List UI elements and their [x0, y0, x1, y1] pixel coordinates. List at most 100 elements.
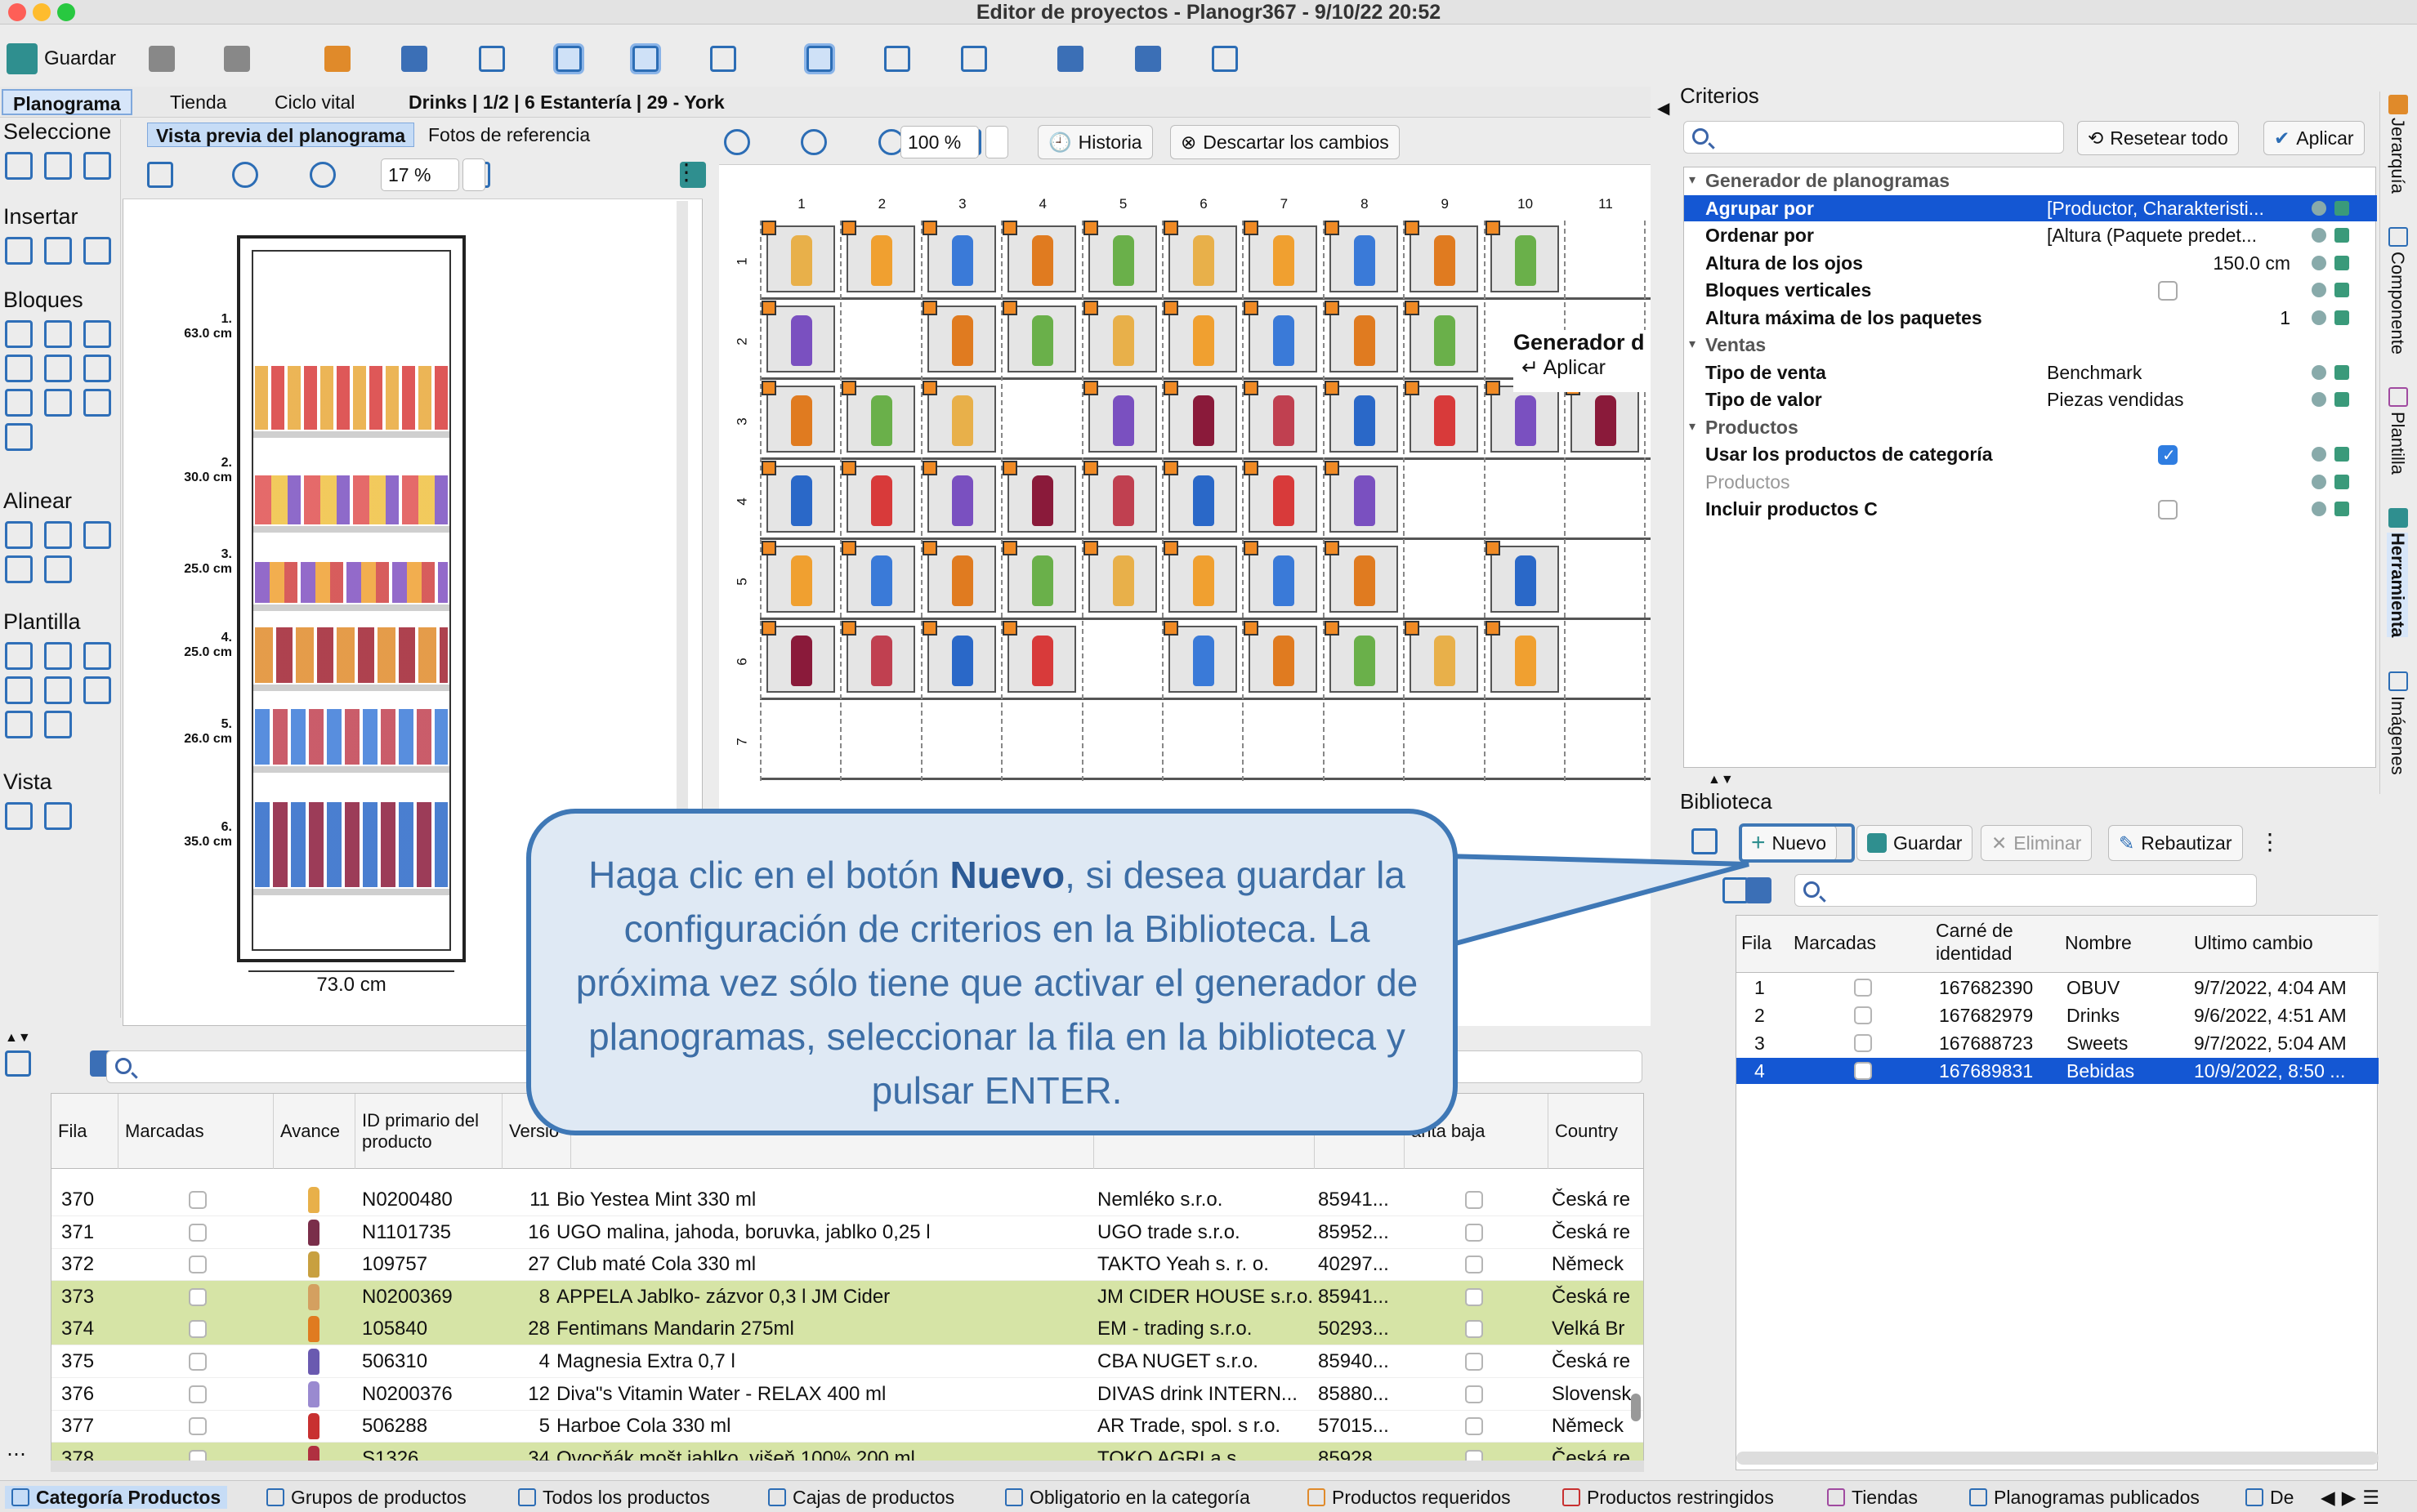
product-facing[interactable]	[842, 381, 916, 453]
selection-handle[interactable]	[1485, 221, 1500, 235]
generator-popup[interactable]: Generador d ↵ Aplicar	[1513, 330, 1651, 392]
tab-preview[interactable]: Vista previa del planograma	[147, 123, 415, 147]
product-facing[interactable]	[1405, 221, 1479, 292]
tab-reference-photos[interactable]: Fotos de referencia	[420, 123, 598, 147]
selection-handle[interactable]	[1164, 221, 1178, 235]
low-stock-checkbox[interactable]	[1465, 1287, 1483, 1306]
lib-header-id[interactable]: Carné de identidad	[1936, 919, 2034, 965]
product-facing[interactable]	[1566, 381, 1639, 453]
product-facing[interactable]	[1083, 541, 1157, 613]
low-stock-checkbox[interactable]	[1465, 1223, 1483, 1242]
discard-changes-button[interactable]: ⊗ Descartar los cambios	[1170, 125, 1400, 159]
library-hscrollbar[interactable]	[1736, 1452, 2379, 1465]
product-facing[interactable]	[1485, 381, 1559, 453]
product-facing[interactable]	[1083, 221, 1157, 292]
low-stock-checkbox[interactable]	[1465, 1353, 1483, 1371]
sort-icon[interactable]	[324, 46, 351, 72]
chevron-down-icon[interactable]: ▾	[1689, 332, 1695, 358]
reset-property-icon[interactable]	[2312, 447, 2326, 462]
selection-handle[interactable]	[1164, 461, 1178, 475]
selection-handle[interactable]	[1003, 221, 1018, 235]
block-copy-icon[interactable]	[5, 423, 33, 451]
align-center-icon[interactable]	[44, 521, 72, 549]
zoom-in-icon[interactable]	[232, 162, 259, 188]
lib-header-nombre[interactable]: Nombre	[2065, 932, 2132, 954]
product-facing[interactable]	[1324, 221, 1398, 292]
chart-icon[interactable]	[1134, 46, 1161, 72]
selection-handle[interactable]	[1003, 461, 1018, 475]
selection-handle[interactable]	[842, 381, 857, 395]
product-facing[interactable]	[1244, 541, 1318, 613]
store-icon[interactable]	[960, 46, 987, 72]
nav-right-icon[interactable]: ▶	[2342, 1486, 2357, 1509]
selection-handle[interactable]	[762, 381, 776, 395]
property-category[interactable]: ▾ Generador de planogramas	[1684, 167, 2377, 194]
selection-handle[interactable]	[1244, 461, 1259, 475]
view-icon[interactable]	[5, 802, 33, 830]
template-apply-icon[interactable]	[5, 642, 33, 670]
side-tab-componente[interactable]: Componente	[2387, 252, 2408, 355]
bottom-tab-de[interactable]: De	[2245, 1486, 2294, 1509]
selection-handle[interactable]	[1324, 301, 1339, 315]
product-facing[interactable]	[1485, 541, 1559, 613]
save-button[interactable]: Guardar	[0, 39, 123, 78]
selection-handle[interactable]	[1164, 381, 1178, 395]
selection-handle[interactable]	[1324, 461, 1339, 475]
library-row-checkbox[interactable]	[1854, 1006, 1872, 1024]
cube-icon[interactable]	[1212, 46, 1239, 72]
reset-property-icon[interactable]	[2312, 364, 2326, 380]
preview-zoom-field[interactable]: 17 %	[381, 158, 459, 191]
reset-property-icon[interactable]	[2312, 228, 2326, 243]
block-resize-icon[interactable]	[83, 355, 111, 382]
apply-property-icon[interactable]	[2334, 364, 2349, 380]
bottom-tab-requeridos[interactable]: Productos requeridos	[1307, 1486, 1511, 1509]
product-facing[interactable]	[1324, 301, 1398, 372]
product-facing[interactable]	[1003, 301, 1077, 372]
bottom-tab-restringidos[interactable]: Productos restringidos	[1562, 1486, 1774, 1509]
bottom-tab-grupos[interactable]: Grupos de productos	[266, 1486, 467, 1509]
row-checkbox[interactable]	[189, 1223, 207, 1242]
apply-property-icon[interactable]	[2334, 283, 2349, 297]
tab-tienda[interactable]: Tienda	[160, 89, 236, 115]
col-header-country[interactable]: Country	[1548, 1094, 1643, 1169]
block-stack-icon[interactable]	[44, 389, 72, 417]
apply-property-icon[interactable]	[2334, 310, 2349, 325]
table-row[interactable]: 375 506310 4 Magnesia Extra 0,7 l CBA NUGET …	[51, 1345, 1643, 1378]
table-row[interactable]: 374 105840 28 Fentimans Mandarin 275ml EM - …	[51, 1313, 1643, 1346]
generator-popup-apply[interactable]: ↵ Aplicar	[1513, 355, 1651, 380]
view-list-icon[interactable]	[44, 802, 72, 830]
property-row[interactable]: Tipo de valor Piezas vendidas	[1684, 386, 2377, 413]
side-tab-herramienta[interactable]: Herramienta	[2387, 533, 2408, 638]
bottom-tab-publicados[interactable]: Planogramas publicados	[1969, 1486, 2200, 1509]
low-stock-checkbox[interactable]	[1465, 1256, 1483, 1274]
undo-icon[interactable]	[149, 46, 175, 72]
library-row[interactable]: 2 167682979 Drinks 9/6/2022, 4:51 AM	[1736, 1002, 2379, 1028]
nav-menu-icon[interactable]: ☰	[2362, 1486, 2379, 1509]
split-arrows-icon[interactable]: ▲▼	[1708, 773, 1734, 787]
selection-handle[interactable]	[762, 221, 776, 235]
redo-icon[interactable]	[224, 46, 251, 72]
product-facing[interactable]	[1164, 301, 1237, 372]
low-stock-checkbox[interactable]	[1465, 1191, 1483, 1209]
selection-handle[interactable]	[1083, 541, 1098, 555]
bottom-tab-tiendas[interactable]: Tiendas	[1827, 1486, 1918, 1509]
selection-handle[interactable]	[1485, 541, 1500, 555]
product-facing[interactable]	[1003, 541, 1077, 613]
template-grid-icon[interactable]	[44, 642, 72, 670]
product-facing[interactable]	[1485, 221, 1559, 292]
selection-handle[interactable]	[1244, 221, 1259, 235]
planogram-zoom-field[interactable]: 100 %	[900, 126, 979, 158]
reset-property-icon[interactable]	[2312, 310, 2326, 325]
product-facing[interactable]	[1244, 301, 1318, 372]
library-row[interactable]: 3 167688723 Sweets 9/7/2022, 5:04 AM	[1736, 1030, 2379, 1056]
apply-property-icon[interactable]	[2334, 200, 2349, 216]
tree-icon[interactable]	[709, 46, 736, 72]
table-row[interactable]: 371 N1101735 16 UGO malina, jahoda, boruvka…	[51, 1216, 1643, 1249]
property-row[interactable]: Tipo de venta Benchmark	[1684, 359, 2377, 386]
selection-handle[interactable]	[1244, 541, 1259, 555]
product-facing[interactable]	[1405, 301, 1479, 372]
tool-icon[interactable]	[2388, 508, 2408, 528]
align-right-icon[interactable]	[83, 521, 111, 549]
table-row[interactable]: 373 N0200369 8 APPELA Jablko- zázvor 0,3 l …	[51, 1280, 1643, 1314]
property-row[interactable]: Altura de los ojos 150.0 cm	[1684, 250, 2377, 276]
